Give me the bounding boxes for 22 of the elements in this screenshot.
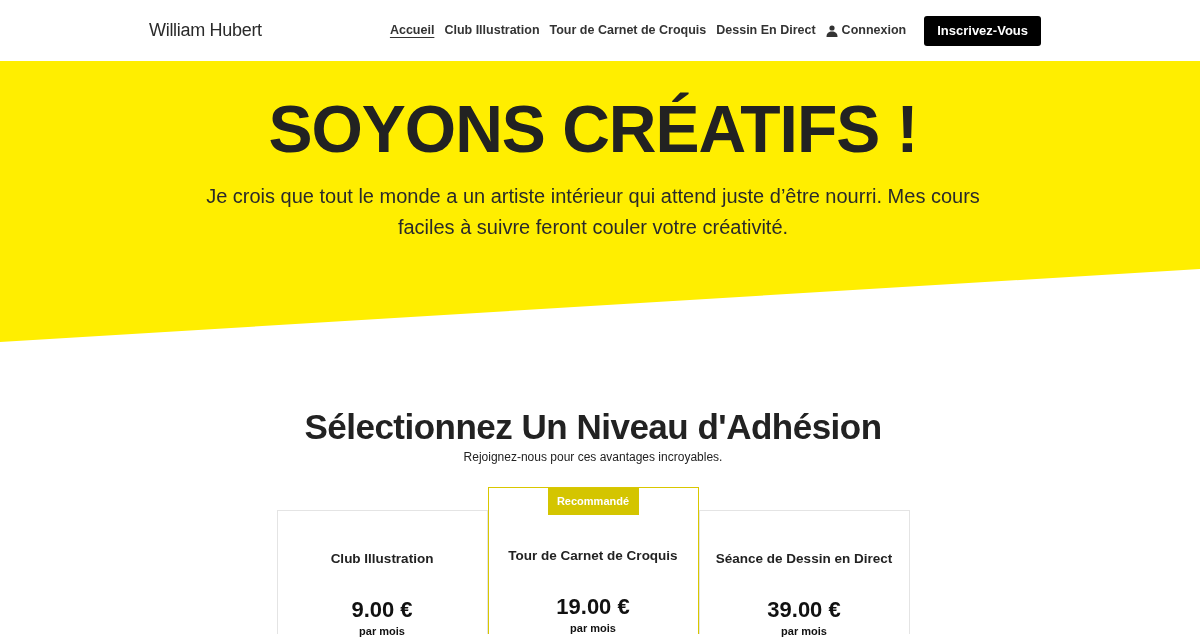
- site-logo[interactable]: William Hubert: [149, 17, 262, 44]
- plan-name: Club Illustration: [330, 550, 434, 568]
- user-icon: [825, 24, 838, 37]
- recommended-badge: Recommandé: [547, 488, 639, 515]
- plan-period: par mois: [359, 625, 405, 639]
- nav-link[interactable]: Accueil: [389, 21, 435, 40]
- section-title: Sélectionnez Un Niveau d'Adhésion: [304, 406, 882, 448]
- hero-text: Je crois que tout le monde a un artiste intérieur qui attend juste d’être nourri. Mes cours faciles à suivre feront couler votre créativité.: [205, 184, 981, 240]
- plan-period: par mois: [781, 625, 827, 639]
- nav-link[interactable]: Tour de Carnet de Croquis: [549, 21, 707, 40]
- plan-period: par mois: [570, 622, 616, 636]
- plan-price: 9.00 €: [351, 597, 413, 624]
- plan-name: Séance de Dessin en Direct: [715, 550, 893, 568]
- nav-link[interactable]: Club Illustration: [444, 21, 540, 40]
- login-link[interactable]: Connexion: [825, 21, 907, 40]
- plan-price: 39.00 €: [767, 597, 841, 624]
- section-subtitle: Rejoignez-nous pour ces avantages incroyables.: [463, 449, 723, 465]
- signup-button[interactable]: Inscrivez-Vous: [924, 15, 1041, 46]
- plan-price: 19.00 €: [556, 594, 630, 621]
- plan-name: Tour de Carnet de Croquis: [508, 547, 678, 565]
- nav-link[interactable]: Dessin En Direct: [716, 21, 816, 40]
- hero-title: SOYONS CRÉATIFS !: [268, 91, 918, 168]
